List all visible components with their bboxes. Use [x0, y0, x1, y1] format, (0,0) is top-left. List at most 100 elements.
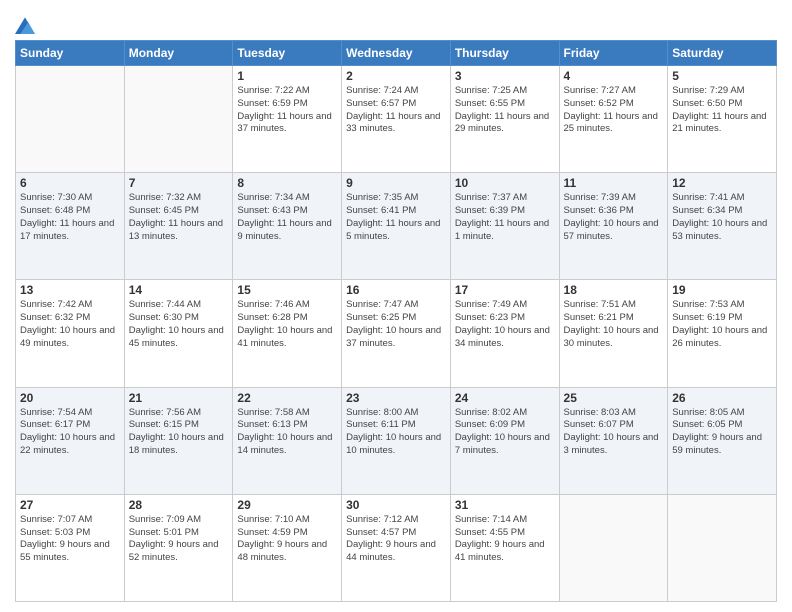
calendar-cell: 12 Sunrise: 7:41 AMSunset: 6:34 PMDayligh… — [668, 173, 777, 280]
cell-info: Sunrise: 7:51 AMSunset: 6:21 PMDaylight:… — [564, 299, 664, 350]
calendar-header-tuesday: Tuesday — [233, 41, 342, 66]
calendar-cell: 22 Sunrise: 7:58 AMSunset: 6:13 PMDayligh… — [233, 387, 342, 494]
day-number: 25 — [564, 391, 664, 405]
cell-info: Sunrise: 7:29 AMSunset: 6:50 PMDaylight:… — [672, 85, 772, 136]
cell-info: Sunrise: 7:12 AMSunset: 4:57 PMDaylight:… — [346, 514, 446, 565]
cell-info: Sunrise: 7:34 AMSunset: 6:43 PMDaylight:… — [237, 192, 337, 243]
cell-info: Sunrise: 7:56 AMSunset: 6:15 PMDaylight:… — [129, 407, 229, 458]
cell-info: Sunrise: 7:24 AMSunset: 6:57 PMDaylight:… — [346, 85, 446, 136]
day-number: 7 — [129, 176, 229, 190]
day-number: 24 — [455, 391, 555, 405]
cell-info: Sunrise: 8:03 AMSunset: 6:07 PMDaylight:… — [564, 407, 664, 458]
day-number: 20 — [20, 391, 120, 405]
day-number: 16 — [346, 283, 446, 297]
calendar-cell: 23Sunrise: 8:00 AMSunset: 6:11 PMDayligh… — [342, 387, 451, 494]
calendar-cell: 25 Sunrise: 8:03 AMSunset: 6:07 PMDayligh… — [559, 387, 668, 494]
day-number: 27 — [20, 498, 120, 512]
calendar-cell — [559, 494, 668, 601]
calendar-cell: 9 Sunrise: 7:35 AMSunset: 6:41 PMDaylight… — [342, 173, 451, 280]
calendar-cell — [124, 66, 233, 173]
calendar-cell: 29 Sunrise: 7:10 AMSunset: 4:59 PMDayligh… — [233, 494, 342, 601]
calendar-cell: 26 Sunrise: 8:05 AMSunset: 6:05 PMDayligh… — [668, 387, 777, 494]
day-number: 14 — [129, 283, 229, 297]
calendar-cell: 31Sunrise: 7:14 AMSunset: 4:55 PMDayligh… — [450, 494, 559, 601]
day-number: 6 — [20, 176, 120, 190]
cell-info: Sunrise: 7:42 AMSunset: 6:32 PMDaylight:… — [20, 299, 120, 350]
calendar-cell: 7 Sunrise: 7:32 AMSunset: 6:45 PMDaylight… — [124, 173, 233, 280]
header — [15, 10, 777, 34]
calendar-week-row-4: 20 Sunrise: 7:54 AMSunset: 6:17 PMDayligh… — [16, 387, 777, 494]
cell-info: Sunrise: 7:10 AMSunset: 4:59 PMDaylight:… — [237, 514, 337, 565]
cell-info: Sunrise: 8:02 AMSunset: 6:09 PMDaylight:… — [455, 407, 555, 458]
calendar-header-wednesday: Wednesday — [342, 41, 451, 66]
cell-info: Sunrise: 7:58 AMSunset: 6:13 PMDaylight:… — [237, 407, 337, 458]
day-number: 3 — [455, 69, 555, 83]
calendar-header-saturday: Saturday — [668, 41, 777, 66]
cell-info: Sunrise: 7:30 AMSunset: 6:48 PMDaylight:… — [20, 192, 120, 243]
logo — [15, 14, 39, 34]
day-number: 17 — [455, 283, 555, 297]
calendar-cell: 20 Sunrise: 7:54 AMSunset: 6:17 PMDayligh… — [16, 387, 125, 494]
calendar-cell — [16, 66, 125, 173]
calendar-week-row-1: 1 Sunrise: 7:22 AMSunset: 6:59 PMDaylight… — [16, 66, 777, 173]
cell-info: Sunrise: 7:22 AMSunset: 6:59 PMDaylight:… — [237, 85, 337, 136]
calendar-cell: 21Sunrise: 7:56 AMSunset: 6:15 PMDayligh… — [124, 387, 233, 494]
calendar-cell: 6 Sunrise: 7:30 AMSunset: 6:48 PMDaylight… — [16, 173, 125, 280]
cell-info: Sunrise: 7:54 AMSunset: 6:17 PMDaylight:… — [20, 407, 120, 458]
day-number: 19 — [672, 283, 772, 297]
calendar-cell: 30 Sunrise: 7:12 AMSunset: 4:57 PMDayligh… — [342, 494, 451, 601]
calendar-cell: 14Sunrise: 7:44 AMSunset: 6:30 PMDayligh… — [124, 280, 233, 387]
cell-info: Sunrise: 7:37 AMSunset: 6:39 PMDaylight:… — [455, 192, 555, 243]
cell-info: Sunrise: 7:27 AMSunset: 6:52 PMDaylight:… — [564, 85, 664, 136]
cell-info: Sunrise: 7:49 AMSunset: 6:23 PMDaylight:… — [455, 299, 555, 350]
day-number: 31 — [455, 498, 555, 512]
calendar-week-row-5: 27 Sunrise: 7:07 AMSunset: 5:03 PMDayligh… — [16, 494, 777, 601]
calendar-cell: 18 Sunrise: 7:51 AMSunset: 6:21 PMDayligh… — [559, 280, 668, 387]
calendar-cell: 1 Sunrise: 7:22 AMSunset: 6:59 PMDaylight… — [233, 66, 342, 173]
day-number: 1 — [237, 69, 337, 83]
calendar-cell: 8 Sunrise: 7:34 AMSunset: 6:43 PMDaylight… — [233, 173, 342, 280]
calendar-header-row: SundayMondayTuesdayWednesdayThursdayFrid… — [16, 41, 777, 66]
cell-info: Sunrise: 7:46 AMSunset: 6:28 PMDaylight:… — [237, 299, 337, 350]
day-number: 13 — [20, 283, 120, 297]
day-number: 12 — [672, 176, 772, 190]
day-number: 22 — [237, 391, 337, 405]
calendar-header-monday: Monday — [124, 41, 233, 66]
calendar-cell: 17 Sunrise: 7:49 AMSunset: 6:23 PMDayligh… — [450, 280, 559, 387]
day-number: 10 — [455, 176, 555, 190]
day-number: 2 — [346, 69, 446, 83]
cell-info: Sunrise: 7:47 AMSunset: 6:25 PMDaylight:… — [346, 299, 446, 350]
day-number: 8 — [237, 176, 337, 190]
calendar-cell — [668, 494, 777, 601]
cell-info: Sunrise: 7:39 AMSunset: 6:36 PMDaylight:… — [564, 192, 664, 243]
calendar-week-row-2: 6 Sunrise: 7:30 AMSunset: 6:48 PMDaylight… — [16, 173, 777, 280]
cell-info: Sunrise: 8:05 AMSunset: 6:05 PMDaylight:… — [672, 407, 772, 458]
day-number: 18 — [564, 283, 664, 297]
cell-info: Sunrise: 7:32 AMSunset: 6:45 PMDaylight:… — [129, 192, 229, 243]
cell-info: Sunrise: 8:00 AMSunset: 6:11 PMDaylight:… — [346, 407, 446, 458]
calendar-cell: 13 Sunrise: 7:42 AMSunset: 6:32 PMDayligh… — [16, 280, 125, 387]
cell-info: Sunrise: 7:41 AMSunset: 6:34 PMDaylight:… — [672, 192, 772, 243]
cell-info: Sunrise: 7:25 AMSunset: 6:55 PMDaylight:… — [455, 85, 555, 136]
page: SundayMondayTuesdayWednesdayThursdayFrid… — [0, 0, 792, 612]
calendar-cell: 10 Sunrise: 7:37 AMSunset: 6:39 PMDayligh… — [450, 173, 559, 280]
cell-info: Sunrise: 7:35 AMSunset: 6:41 PMDaylight:… — [346, 192, 446, 243]
calendar-header-sunday: Sunday — [16, 41, 125, 66]
calendar-cell: 11 Sunrise: 7:39 AMSunset: 6:36 PMDayligh… — [559, 173, 668, 280]
calendar-cell: 5 Sunrise: 7:29 AMSunset: 6:50 PMDaylight… — [668, 66, 777, 173]
day-number: 9 — [346, 176, 446, 190]
day-number: 11 — [564, 176, 664, 190]
calendar-cell: 2 Sunrise: 7:24 AMSunset: 6:57 PMDaylight… — [342, 66, 451, 173]
day-number: 5 — [672, 69, 772, 83]
cell-info: Sunrise: 7:07 AMSunset: 5:03 PMDaylight:… — [20, 514, 120, 565]
day-number: 30 — [346, 498, 446, 512]
calendar-table: SundayMondayTuesdayWednesdayThursdayFrid… — [15, 40, 777, 602]
calendar-cell: 3 Sunrise: 7:25 AMSunset: 6:55 PMDaylight… — [450, 66, 559, 173]
day-number: 26 — [672, 391, 772, 405]
day-number: 15 — [237, 283, 337, 297]
calendar-cell: 28Sunrise: 7:09 AMSunset: 5:01 PMDayligh… — [124, 494, 233, 601]
calendar-cell: 16 Sunrise: 7:47 AMSunset: 6:25 PMDayligh… — [342, 280, 451, 387]
calendar-week-row-3: 13 Sunrise: 7:42 AMSunset: 6:32 PMDayligh… — [16, 280, 777, 387]
day-number: 29 — [237, 498, 337, 512]
calendar-cell: 27 Sunrise: 7:07 AMSunset: 5:03 PMDayligh… — [16, 494, 125, 601]
